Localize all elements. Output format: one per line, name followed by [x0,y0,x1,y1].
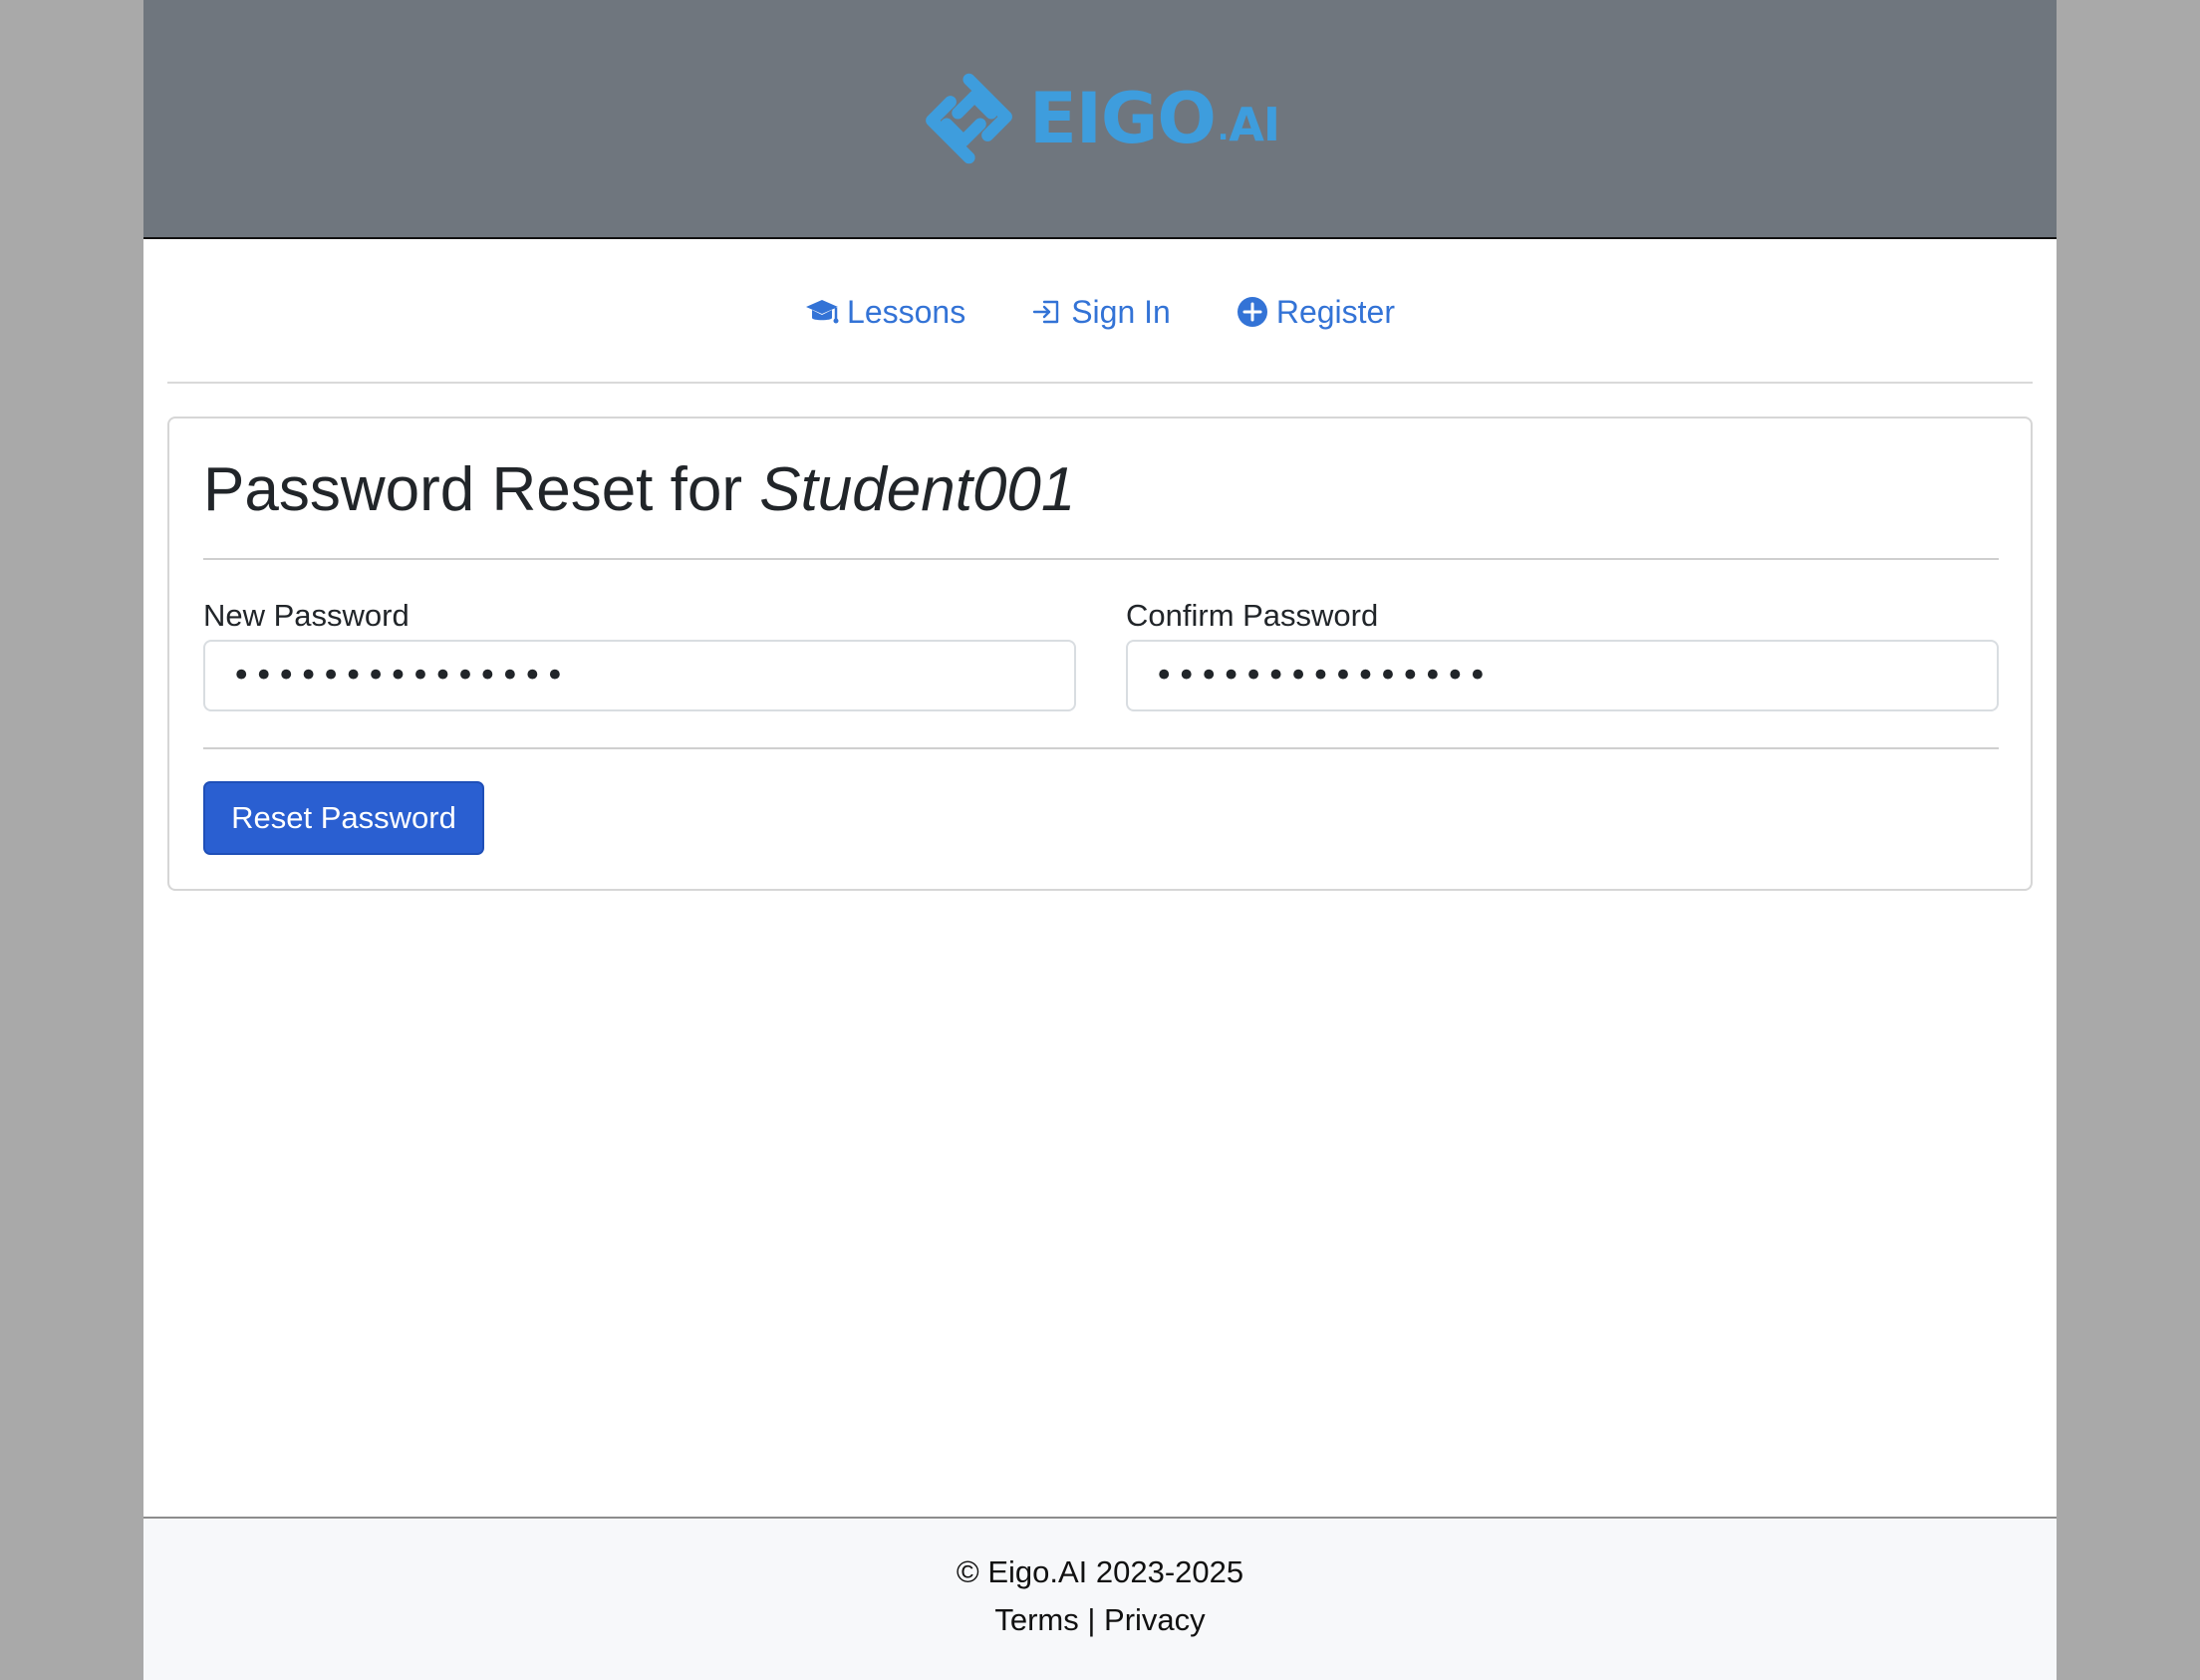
page-title-prefix: Password Reset for [203,455,760,524]
new-password-input[interactable] [203,640,1076,711]
footer-terms-link[interactable]: Terms [994,1602,1078,1637]
page: EIGO . AI Lessons Sign In Register Passw… [143,0,2057,1680]
nav-register-label: Register [1275,293,1395,330]
card-divider-top [203,558,1999,560]
nav-sign-in-label: Sign In [1071,293,1171,330]
nav-sign-in-link[interactable]: Sign In [1031,294,1171,331]
footer-separator: | [1078,1602,1105,1637]
brand-wordmark-suffix: AI [1229,98,1280,151]
card-divider-bottom [203,747,1999,749]
plus-circle-icon [1237,296,1268,328]
footer-links: Terms | Privacy [143,1602,2057,1638]
confirm-password-label: Confirm Password [1126,598,1379,633]
confirm-password-input[interactable] [1126,640,1999,711]
brand-wordmark: EIGO . AI [1029,78,1280,159]
nav-lessons-link[interactable]: Lessons [805,294,965,331]
site-header: EIGO . AI [143,0,2057,239]
brand-wordmark-main: EIGO [1029,78,1217,159]
graduation-cap-icon [805,297,839,327]
nav-divider [167,382,2033,384]
footer-copyright: © Eigo.AI 2023-2025 [956,1554,1244,1589]
reset-password-button[interactable]: Reset Password [203,781,484,855]
nav-register-link[interactable]: Register [1237,294,1395,331]
sign-in-icon [1031,296,1063,328]
footer-privacy-link[interactable]: Privacy [1104,1602,1206,1637]
eigo-logo-icon [926,73,1012,164]
main-nav: Lessons Sign In Register [143,289,2057,335]
nav-lessons-label: Lessons [847,293,966,330]
new-password-label: New Password [203,598,410,633]
brand-logo[interactable]: EIGO . AI [921,66,1280,171]
brand-wordmark-dot: . [1217,113,1229,147]
site-footer: © Eigo.AI 2023-2025 Terms | Privacy [143,1517,2057,1680]
page-title: Password Reset for Student001 [203,454,1075,525]
password-reset-card: Password Reset for Student001 New Passwo… [167,417,2033,891]
page-title-username: Student001 [759,455,1076,524]
